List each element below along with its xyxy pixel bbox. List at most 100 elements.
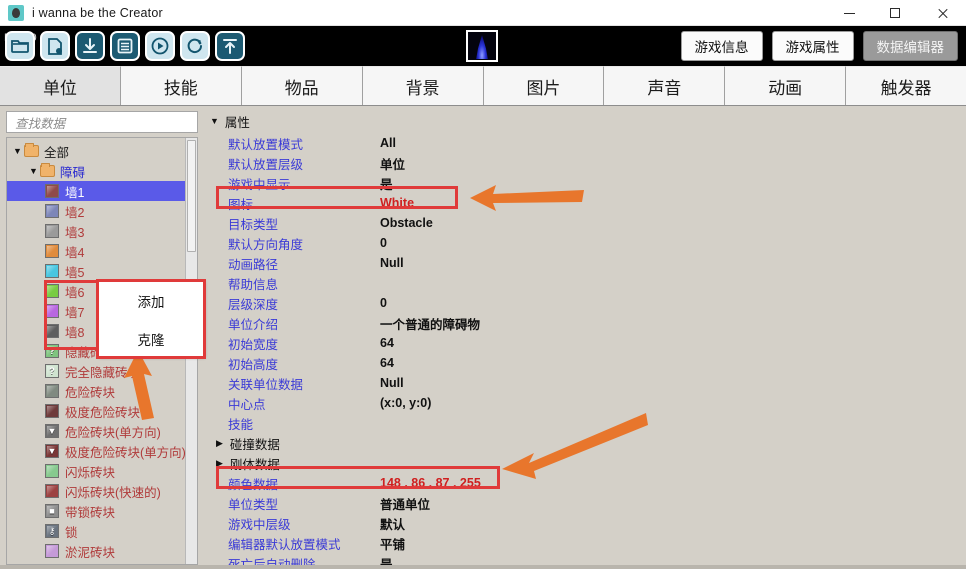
minimize-button[interactable] <box>826 0 872 26</box>
tab-images[interactable]: 图片 <box>483 66 605 105</box>
property-name: 层级深度 <box>228 297 279 312</box>
property-row[interactable]: 初始宽度 64 <box>210 333 966 353</box>
properties-panel: ▼ 属性 默认放置模式 All 默认放置层级 单位 游戏中显示 是图标 White 目标类型 O… <box>202 106 966 569</box>
open-project-button[interactable] <box>5 31 35 61</box>
maximize-button[interactable] <box>872 0 918 26</box>
import-button[interactable] <box>75 31 105 61</box>
tree-item[interactable]: 闪烁砖块 <box>7 461 185 481</box>
new-file-button[interactable] <box>40 31 70 61</box>
tree-scrollbar-thumb[interactable] <box>187 140 196 252</box>
property-row[interactable]: 中心点 (x:0, y:0) <box>210 393 966 413</box>
window-title: i wanna be the Creator <box>32 5 163 20</box>
tree-item[interactable]: 极度危险砖块 <box>7 401 185 421</box>
tree-item[interactable]: 墙5 <box>7 261 185 281</box>
tab-items[interactable]: 物品 <box>241 66 363 105</box>
tree-item[interactable]: 墙2 <box>7 201 185 221</box>
property-value: 64 <box>380 356 394 370</box>
property-row[interactable]: 层级深度 0 <box>210 293 966 313</box>
tree-item-label: 花草 <box>65 562 90 565</box>
property-row[interactable]: 关联单位数据 Null <box>210 373 966 393</box>
tree-item[interactable]: 墙1 <box>7 181 185 201</box>
tree-folder[interactable]: ▼ 全部 <box>7 141 185 161</box>
tab-units[interactable]: 单位 <box>0 66 121 105</box>
property-name: ▶ 刚体数据 <box>210 454 380 473</box>
property-row[interactable]: ▶ 刚体数据 <box>210 453 966 473</box>
chevron-down-icon[interactable]: ▼ <box>11 146 24 156</box>
tree-item-label: 淤泥砖块 <box>65 545 116 560</box>
properties-list: 默认放置模式 All 默认放置层级 单位 游戏中显示 是图标 White 目标类型 Obstac… <box>210 133 966 569</box>
property-value: 单位 <box>380 157 406 172</box>
tree-item[interactable]: ▼ 危险砖块(单方向) <box>7 421 185 441</box>
chevron-down-icon[interactable]: ▼ <box>27 166 40 176</box>
close-button[interactable] <box>918 0 966 26</box>
tab-triggers[interactable]: 触发器 <box>846 66 966 105</box>
tree-item[interactable]: 花草 <box>7 561 185 564</box>
property-row[interactable]: 游戏中层级 默认 <box>210 513 966 533</box>
tree-item[interactable]: 墙4 <box>7 241 185 261</box>
data-editor-button[interactable]: 数据编辑器 <box>862 31 958 61</box>
game-properties-button[interactable]: 游戏属性 <box>771 31 854 61</box>
tree-item[interactable]: 危险砖块 <box>7 381 185 401</box>
property-name: 默认方向角度 <box>228 237 304 252</box>
property-row[interactable]: 游戏中显示 是 <box>210 173 966 193</box>
property-row[interactable]: 帮助信息 <box>210 273 966 293</box>
export-button[interactable] <box>215 31 245 61</box>
tree-item-label: 障碍 <box>60 165 86 180</box>
property-row[interactable]: 颜色数据 148 , 86 , 87 , 255 <box>210 473 966 493</box>
tree-item-label: 锁 <box>65 525 78 540</box>
property-row[interactable]: 初始高度 64 <box>210 353 966 373</box>
minimize-icon <box>843 12 855 14</box>
chevron-right-icon[interactable]: ▶ <box>216 438 223 449</box>
property-row[interactable]: 技能 <box>210 413 966 433</box>
tab-label: 动画 <box>768 78 803 98</box>
property-name: 图标 <box>228 197 254 212</box>
search-input[interactable]: 查找数据 <box>6 111 198 133</box>
tree-item-label: 带锁砖块 <box>65 505 116 520</box>
tree-item[interactable]: 墙3 <box>7 221 185 241</box>
properties-header[interactable]: ▼ 属性 <box>210 112 966 130</box>
swatch-glyph-icon: ? <box>49 366 55 376</box>
item-color-swatch-icon <box>45 184 59 198</box>
chevron-right-icon[interactable]: ▶ <box>216 458 223 469</box>
property-row[interactable]: 编辑器默认放置模式 平铺 <box>210 533 966 553</box>
tree-item[interactable]: ? 完全隐藏砖块 <box>7 361 185 381</box>
property-value: 平铺 <box>380 537 406 552</box>
tree-item-label: 全部 <box>44 145 70 160</box>
property-name: 单位介绍 <box>228 317 279 332</box>
item-color-swatch-icon <box>45 544 59 558</box>
property-row[interactable]: 单位类型 普通单位 <box>210 493 966 513</box>
tree-item[interactable]: ■ 带锁砖块 <box>7 501 185 521</box>
property-row[interactable]: 动画路径 Null <box>210 253 966 273</box>
property-name: 关联单位数据 <box>228 377 304 392</box>
property-row[interactable]: 图标 White <box>210 193 966 213</box>
save-button[interactable] <box>110 31 140 61</box>
close-icon <box>937 8 948 19</box>
property-name: 默认放置模式 <box>228 137 304 152</box>
tree-item[interactable]: ▼ 极度危险砖块(单方向) <box>7 441 185 461</box>
game-info-button[interactable]: 游戏信息 <box>680 31 763 61</box>
tab-skills[interactable]: 技能 <box>120 66 242 105</box>
tab-backgrounds[interactable]: 背景 <box>362 66 484 105</box>
property-row[interactable]: ▶ 碰撞数据 <box>210 433 966 453</box>
main-content: 查找数据 ▼ 全部 ▼ 障碍 墙1 墙2 墙3 墙4 墙5 墙6 墙7 墙8? 隐藏砖块? 完全隐藏砖块危… <box>0 106 966 569</box>
property-name: 动画路径 <box>228 257 279 272</box>
property-row[interactable]: 默认方向角度 0 <box>210 233 966 253</box>
item-color-swatch-icon: ? <box>45 344 59 358</box>
property-row[interactable]: 默认放置模式 All <box>210 133 966 153</box>
tree-item[interactable]: ⚷ 锁 <box>7 521 185 541</box>
context-menu-clone[interactable]: 克隆 <box>99 320 203 358</box>
tab-animations[interactable]: 动画 <box>725 66 847 105</box>
property-value: Null <box>380 376 404 390</box>
run-button[interactable] <box>145 31 175 61</box>
tree-item-label: 墙6 <box>65 285 85 300</box>
property-row[interactable]: 目标类型 Obstacle <box>210 213 966 233</box>
tree-item[interactable]: 淤泥砖块 <box>7 541 185 561</box>
reload-button[interactable] <box>180 31 210 61</box>
context-menu-add[interactable]: 添加 <box>99 282 203 320</box>
property-row[interactable]: 默认放置层级 单位 <box>210 153 966 173</box>
tab-sounds[interactable]: 声音 <box>604 66 726 105</box>
folder-icon <box>40 163 55 177</box>
tree-item[interactable]: 闪烁砖块(快速的) <box>7 481 185 501</box>
tree-folder[interactable]: ▼ 障碍 <box>7 161 185 181</box>
property-row[interactable]: 单位介绍 一个普通的障碍物 <box>210 313 966 333</box>
